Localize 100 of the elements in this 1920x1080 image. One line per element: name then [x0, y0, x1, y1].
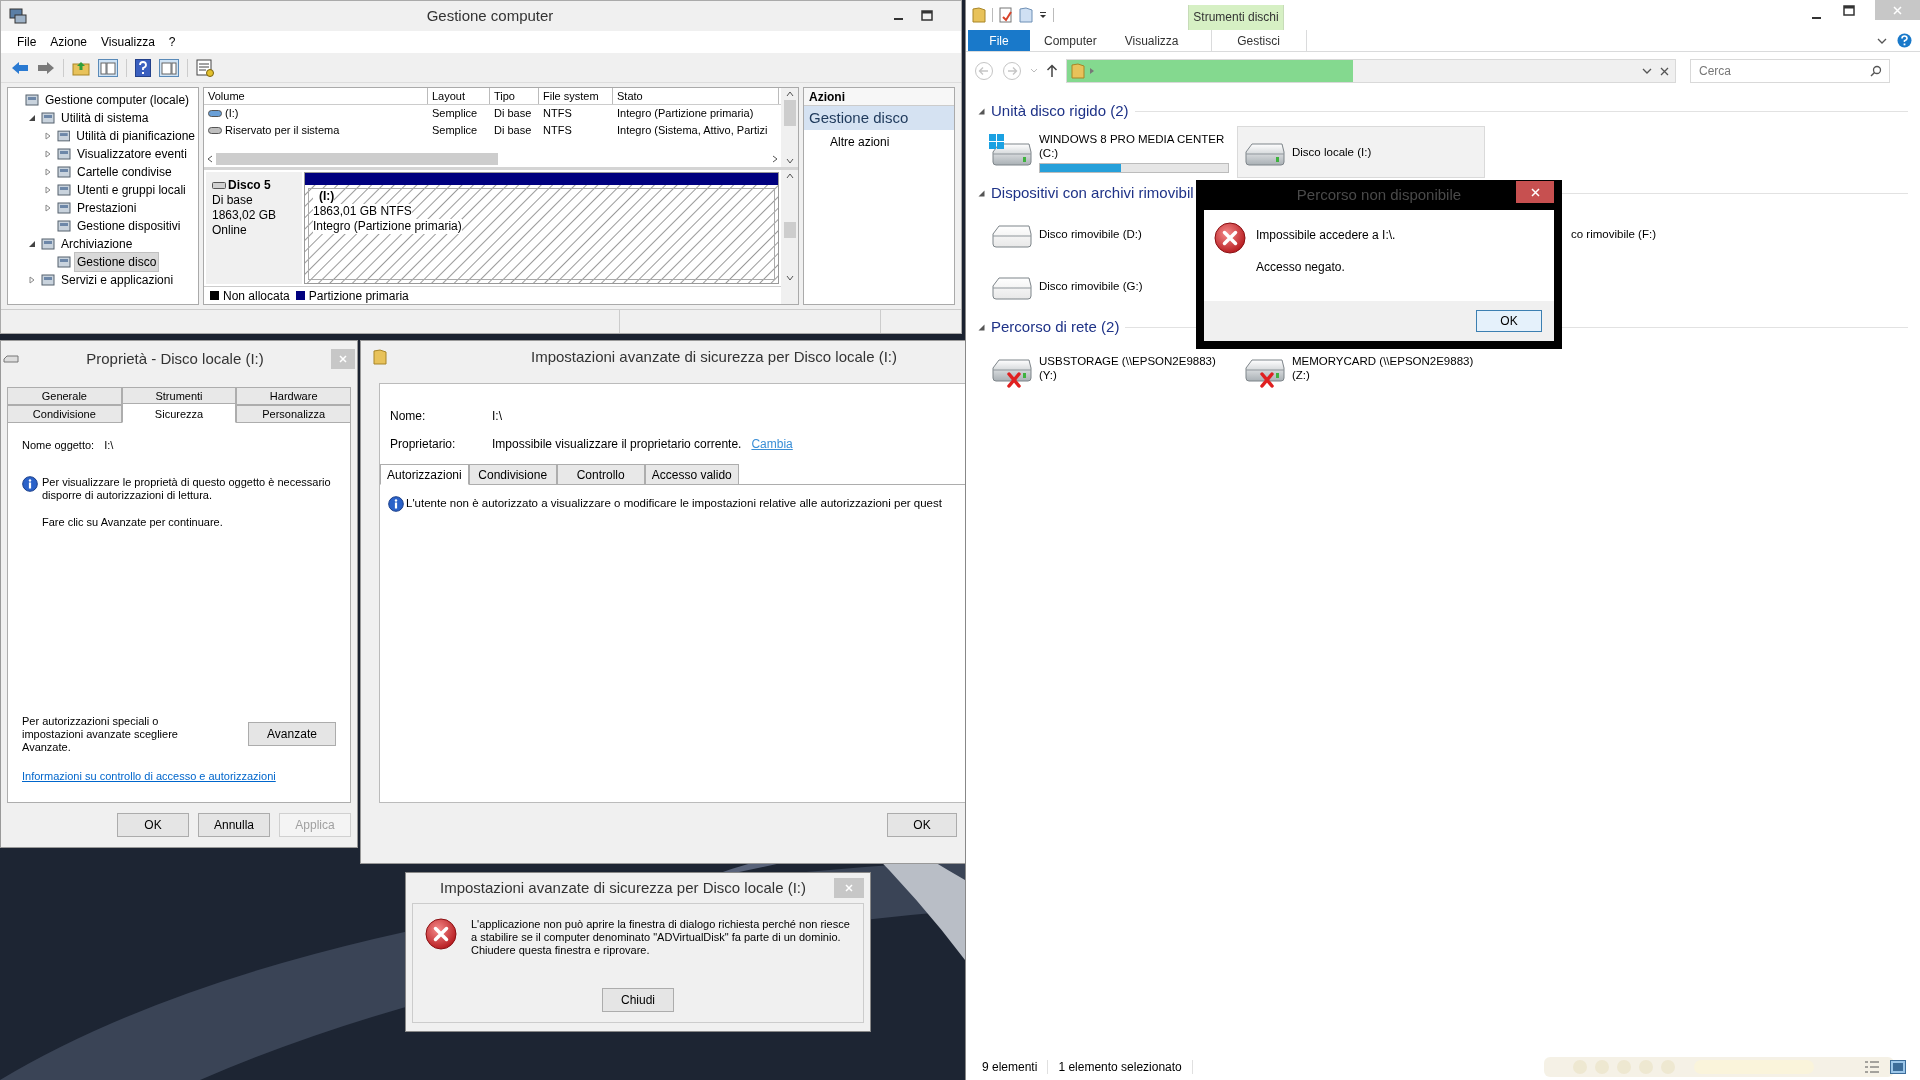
collapse-arrow-icon[interactable]	[978, 107, 985, 115]
collapse-arrow-icon[interactable]	[28, 240, 36, 248]
app-icon	[9, 8, 27, 24]
group-header[interactable]: Percorso di rete (2)	[991, 315, 1120, 339]
tree-item[interactable]: Gestione computer (locale)	[42, 90, 193, 110]
clear-icon[interactable]	[1660, 66, 1669, 76]
ribbon-tab[interactable]: File	[968, 30, 1030, 51]
dropdown-icon[interactable]	[1642, 67, 1652, 75]
chevron-down-icon[interactable]	[1877, 36, 1887, 45]
close-button[interactable]	[1516, 181, 1554, 203]
up-arrow-icon[interactable]	[1046, 64, 1058, 78]
column-header[interactable]: Tipo	[490, 88, 539, 104]
properties-icon[interactable]	[999, 7, 1013, 23]
drive-item[interactable]: MEMORYCARD (\\EPSON2E9883) (Z:)	[1237, 342, 1485, 394]
partition-block[interactable]: (I:) 1863,01 GB NTFS Integro (Partizione primaria)	[304, 172, 779, 284]
tab[interactable]: Generale	[7, 387, 122, 405]
group-header[interactable]: Dispositivi con archivi rimovibil	[991, 181, 1194, 205]
tiles-view-icon[interactable]	[1890, 1060, 1906, 1074]
scrollbar-thumb[interactable]	[783, 222, 796, 238]
back-arrow-icon[interactable]	[11, 59, 29, 76]
advanced-button[interactable]: Avanzate	[248, 722, 336, 746]
menu-item[interactable]: File	[17, 33, 37, 51]
expand-arrow-icon[interactable]	[43, 132, 52, 140]
drive-label: USBSTORAGE (\\EPSON2E9883) (Y:)	[1039, 354, 1217, 382]
column-header[interactable]: File system	[539, 88, 613, 104]
scroll-up-icon[interactable]	[785, 90, 794, 98]
menu-item[interactable]: ?	[168, 33, 176, 51]
action-link[interactable]: Altre azioni	[804, 130, 954, 151]
scrollbar-thumb[interactable]	[216, 153, 498, 165]
tab[interactable]: Sicurezza	[121, 403, 237, 423]
search-field[interactable]: Cerca	[1690, 59, 1890, 83]
tab[interactable]: Condivisione	[468, 464, 557, 485]
ok-button[interactable]: OK	[887, 813, 957, 837]
tree-item[interactable]: Utilità di pianificazione	[73, 126, 198, 146]
tree-item[interactable]: Archiviazione	[58, 234, 136, 254]
change-link[interactable]: Cambia	[751, 435, 793, 453]
drive-item[interactable]: Disco rimovibile (D:)	[984, 208, 1232, 260]
tree-item[interactable]: Utilità di sistema	[58, 108, 152, 128]
tree-item[interactable]: Gestione disco	[74, 252, 160, 272]
expand-arrow-icon[interactable]	[44, 186, 52, 194]
scroll-left-icon[interactable]	[206, 155, 214, 163]
dialog-button[interactable]: Annulla	[198, 813, 270, 837]
scroll-down-icon[interactable]	[785, 157, 794, 165]
tab[interactable]: Condivisione	[7, 405, 122, 423]
tab[interactable]: Autorizzazioni	[380, 464, 469, 485]
tree-item[interactable]: Prestazioni	[74, 198, 140, 218]
ribbon-tab[interactable]: Visualizza	[1110, 30, 1193, 51]
tab[interactable]: Controllo	[556, 464, 645, 485]
help-icon[interactable]	[135, 58, 151, 77]
search-icon[interactable]	[1870, 65, 1882, 77]
drive-item[interactable]: Disco rimovibile (G:)	[984, 260, 1232, 312]
tree-item[interactable]: Utenti e gruppi locali	[74, 180, 189, 200]
close-dialog-button[interactable]: Chiudi	[602, 988, 674, 1012]
scroll-up-icon[interactable]	[785, 172, 794, 180]
dialog-button[interactable]: OK	[117, 813, 189, 837]
menu-item[interactable]: Visualizza	[101, 33, 155, 51]
help-icon[interactable]	[1897, 33, 1912, 48]
column-header[interactable]: Stato	[613, 88, 779, 104]
tab[interactable]: Hardware	[236, 387, 351, 405]
menu-item[interactable]: Azione	[50, 33, 88, 51]
scroll-right-icon[interactable]	[771, 155, 779, 163]
forward-arrow-icon[interactable]	[37, 59, 55, 76]
expand-arrow-icon[interactable]	[44, 204, 52, 212]
drive-item[interactable]: Disco locale (I:)	[1237, 126, 1485, 178]
ribbon-tab[interactable]: Gestisci	[1210, 30, 1307, 51]
dropdown-icon[interactable]	[1039, 11, 1047, 19]
actions-section[interactable]: Gestione disco	[804, 106, 954, 130]
maximize-icon[interactable]	[1843, 5, 1855, 17]
drive-item[interactable]: USBSTORAGE (\\EPSON2E9883) (Y:)	[984, 342, 1232, 394]
pane-icon[interactable]	[159, 58, 179, 77]
tab[interactable]: Personalizza	[236, 405, 351, 423]
expand-arrow-icon[interactable]	[44, 168, 52, 176]
details-view-icon[interactable]	[1864, 1060, 1880, 1074]
export-list-icon[interactable]	[196, 58, 214, 77]
expand-arrow-icon[interactable]	[28, 276, 36, 284]
column-header[interactable]: Volume	[204, 88, 428, 104]
tree-item[interactable]: Gestione dispositivi	[74, 216, 184, 236]
column-header[interactable]: Layout	[428, 88, 490, 104]
new-folder-icon[interactable]	[1019, 7, 1033, 23]
folder-icon[interactable]	[972, 7, 986, 23]
tab[interactable]: Accesso valido	[644, 464, 739, 485]
ok-button[interactable]: OK	[1476, 310, 1542, 332]
pane-icon[interactable]	[98, 58, 118, 77]
group-header[interactable]: Unità disco rigido (2)	[991, 99, 1129, 123]
expand-arrow-icon[interactable]	[44, 150, 52, 158]
folder-up-icon[interactable]	[72, 59, 90, 76]
ribbon-tab[interactable]: Computer	[1030, 30, 1111, 51]
breadcrumb-arrow-icon[interactable]	[1089, 67, 1095, 75]
scrollbar-thumb[interactable]	[783, 100, 796, 126]
drive-item[interactable]: WINDOWS 8 PRO MEDIA CENTER (C:)	[984, 126, 1232, 178]
collapse-arrow-icon[interactable]	[28, 114, 36, 122]
help-link[interactable]: Informazioni su controllo di accesso e autorizzazioni	[22, 767, 336, 784]
scroll-down-icon[interactable]	[785, 274, 794, 282]
collapse-arrow-icon[interactable]	[978, 323, 985, 331]
maximize-icon[interactable]	[921, 10, 933, 22]
close-icon[interactable]	[1530, 187, 1540, 197]
collapse-arrow-icon[interactable]	[978, 189, 985, 197]
tree-item[interactable]: Visualizzatore eventi	[74, 144, 190, 164]
tree-item[interactable]: Cartelle condivise	[74, 162, 175, 182]
tree-item[interactable]: Servizi e applicazioni	[58, 270, 177, 290]
